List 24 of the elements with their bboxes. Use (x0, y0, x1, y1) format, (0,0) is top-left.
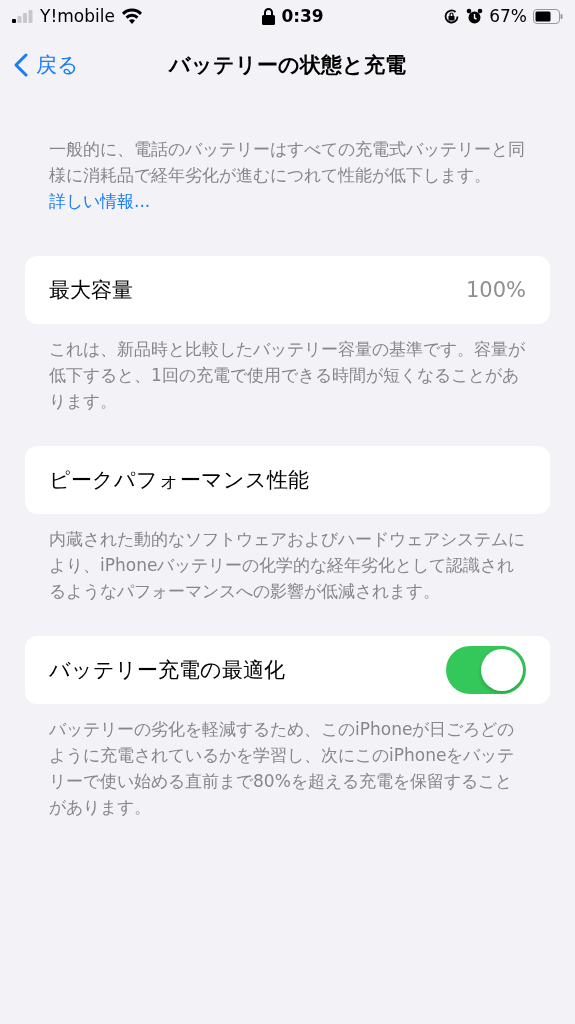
intro-paragraph: 一般的に、電話のバッテリーはすべての充電式バッテリーと同様に消耗品で経年劣化が進むにつれて性能が低下します。 詳しい情報... (48, 138, 526, 213)
settings-card[interactable]: 最大容量 100% (25, 256, 550, 324)
battery-icon (533, 8, 563, 24)
footer-note: バッテリーの劣化を軽減するため、このiPhoneが日ごろどのように充電されているかを学習し、次にこのiPhoneをバッテリーで使い始める直前まで80%を超える充電を保留することがあります。 (48, 718, 516, 819)
setting-label: 最大容量 (49, 277, 133, 304)
chevron-left-icon (14, 53, 28, 77)
battery-percent: 67% (489, 6, 527, 26)
footer-note: 内蔵された動的なソフトウェアおよびハードウェアシステムにより、iPhoneバッテリーの化学的な経年劣化として認識されるようなパフォーマンスへの影響が低減されます。 (48, 528, 526, 603)
setting-label: ピークパフォーマンス性能 (49, 467, 309, 494)
clock-time: 0:39 (281, 6, 324, 26)
alarm-clock-icon (466, 7, 484, 25)
rotation-lock-icon (443, 7, 461, 25)
settings-card[interactable]: ピークパフォーマンス性能 (25, 446, 550, 514)
learn-more-link[interactable]: 詳しい情報... (49, 191, 151, 211)
signal-icon (12, 9, 34, 23)
page-title: バッテリーの状態と充電 (169, 53, 406, 77)
setting-value: 100% (465, 278, 526, 302)
footer-note: これは、新品時と比較したバッテリー容量の基準です。容量が低下すると、1回の充電で使用できる時間が短くなることがあります。 (48, 338, 526, 413)
wifi-icon (120, 8, 143, 24)
carrier-name: Y!mobile (40, 6, 115, 26)
lock-icon (262, 7, 276, 25)
setting-label: バッテリー充電の最適化 (49, 657, 285, 684)
toggle-switch[interactable] (446, 646, 526, 694)
back-button[interactable]: 戻る (0, 51, 79, 79)
